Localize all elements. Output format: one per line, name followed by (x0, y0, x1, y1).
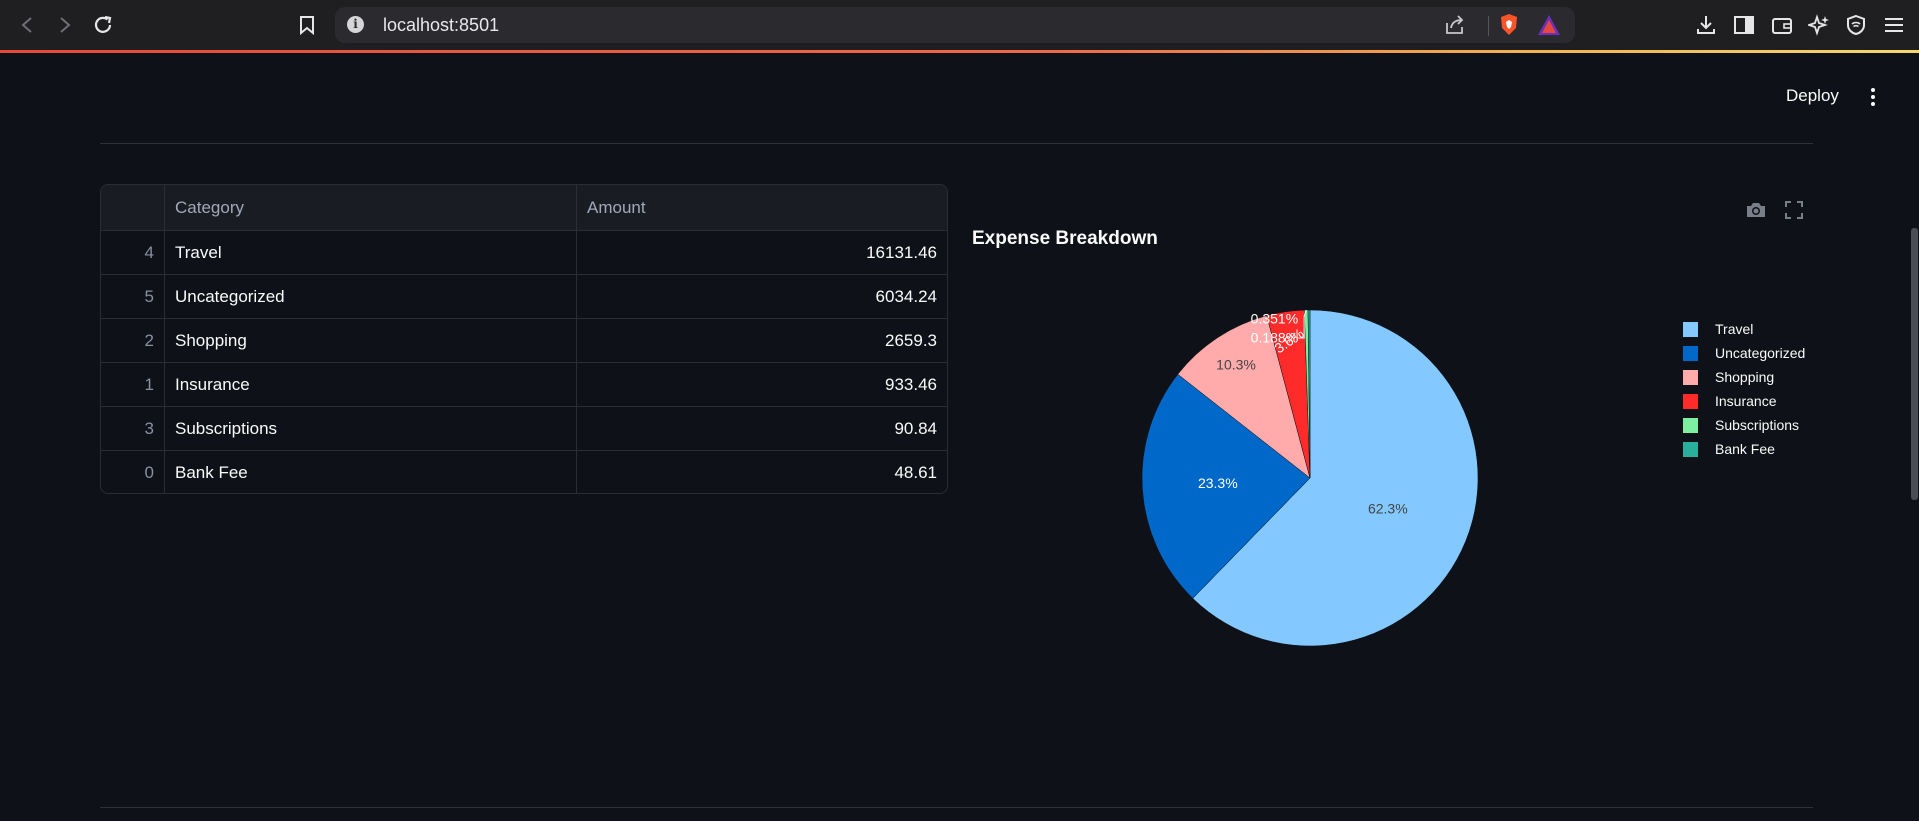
row-category[interactable]: Subscriptions (164, 406, 577, 451)
amount-column-header[interactable]: Amount (576, 185, 947, 231)
table-row[interactable]: 2 Shopping 2659.3 (101, 318, 947, 363)
legend-swatch (1683, 369, 1698, 385)
vpn-shield-icon[interactable] (1843, 12, 1869, 38)
bottom-divider (100, 807, 1813, 808)
row-category[interactable]: Travel (164, 230, 577, 275)
row-amount[interactable]: 16131.46 (576, 230, 947, 275)
table-row[interactable]: 4 Travel 16131.46 (101, 230, 947, 275)
row-index[interactable]: 0 (101, 450, 165, 493)
top-divider (100, 143, 1813, 144)
row-amount[interactable]: 48.61 (577, 451, 948, 494)
category-column-header[interactable]: Category (164, 185, 577, 231)
legend-label: Uncategorized (1715, 345, 1806, 361)
row-category[interactable]: Bank Fee (164, 450, 577, 493)
sidebar-icon[interactable] (1731, 12, 1757, 38)
legend-item-uncategorized[interactable]: Uncategorized (1683, 341, 1805, 365)
legend-item-bank-fee[interactable]: Bank Fee (1683, 437, 1805, 461)
legend-label: Subscriptions (1715, 417, 1800, 433)
row-amount[interactable]: 6034.24 (576, 274, 947, 319)
row-amount[interactable]: 933.46 (576, 362, 947, 407)
pie-label-shopping: 10.3% (1216, 356, 1256, 372)
legend-label: Bank Fee (1715, 441, 1775, 457)
legend-item-subscriptions[interactable]: Subscriptions (1683, 413, 1805, 437)
row-index[interactable]: 1 (101, 362, 165, 407)
row-category[interactable]: Uncategorized (164, 274, 577, 319)
legend-label: Shopping (1715, 369, 1775, 385)
reload-icon[interactable] (88, 10, 118, 40)
index-column-header[interactable] (101, 185, 165, 231)
row-index[interactable]: 2 (101, 318, 165, 363)
bookmark-icon[interactable] (292, 10, 322, 40)
row-amount[interactable]: 2659.3 (576, 318, 947, 363)
chart-title: Expense Breakdown (972, 228, 1158, 249)
address-bar[interactable]: i localhost:8501 (335, 7, 1575, 43)
site-info-icon[interactable]: i (347, 16, 364, 33)
legend-label: Insurance (1715, 393, 1777, 409)
download-icon[interactable] (1693, 12, 1719, 38)
table-row[interactable]: 1 Insurance 933.46 (101, 362, 947, 407)
page-load-accent (0, 50, 1919, 53)
row-category[interactable]: Shopping (164, 318, 577, 363)
pie-label-travel: 62.3% (1368, 500, 1408, 516)
category-table[interactable]: Category Amount 4 Travel 16131.46 5 Unca… (100, 184, 948, 494)
table-row[interactable]: 3 Subscriptions 90.84 (101, 406, 947, 451)
row-index[interactable]: 4 (101, 230, 165, 275)
legend-item-shopping[interactable]: Shopping (1683, 365, 1805, 389)
pie-label-uncategorized: 23.3% (1198, 475, 1238, 491)
table-row[interactable]: 0 Bank Fee 48.61 (101, 450, 948, 494)
pie-label-subscriptions: 0.351% (1251, 311, 1298, 327)
legend-swatch (1683, 393, 1698, 409)
row-index[interactable]: 5 (101, 274, 165, 319)
deploy-button[interactable]: Deploy (1786, 86, 1839, 106)
url-text[interactable]: localhost:8501 (383, 15, 499, 36)
pie-chart[interactable]: 62.3%23.3%10.3%3.6%0.351%0.188% (1100, 290, 1500, 660)
legend-item-insurance[interactable]: Insurance (1683, 389, 1805, 413)
table-header-row: Category Amount (101, 185, 947, 231)
table-row[interactable]: 5 Uncategorized 6034.24 (101, 274, 947, 319)
leo-ai-icon[interactable] (1806, 12, 1832, 38)
chart-legend: Travel Uncategorized Shopping Insurance … (1683, 317, 1805, 461)
legend-label: Travel (1715, 321, 1754, 337)
row-index[interactable]: 3 (101, 406, 165, 451)
legend-swatch (1683, 321, 1698, 337)
browser-toolbar: i localhost:8501 (0, 0, 1919, 52)
row-category[interactable]: Insurance (164, 362, 577, 407)
legend-swatch (1683, 345, 1698, 361)
hamburger-menu-icon[interactable] (1881, 12, 1907, 38)
main-menu-icon[interactable] (1862, 84, 1884, 110)
wallet-icon[interactable] (1769, 12, 1795, 38)
legend-swatch (1683, 441, 1698, 457)
brave-shield-icon[interactable] (1497, 13, 1521, 42)
legend-item-travel[interactable]: Travel (1683, 317, 1805, 341)
pie-label-bank-fee: 0.188% (1251, 330, 1298, 346)
camera-icon[interactable] (1744, 198, 1768, 222)
rewards-icon[interactable] (1537, 14, 1561, 41)
forward-icon[interactable] (50, 10, 80, 40)
row-amount[interactable]: 90.84 (576, 406, 947, 451)
page-scrollbar[interactable] (1911, 228, 1918, 500)
address-bar-separator (1488, 16, 1489, 36)
fullscreen-icon[interactable] (1782, 198, 1806, 222)
legend-swatch (1683, 417, 1698, 433)
share-icon[interactable] (1443, 13, 1467, 42)
back-icon[interactable] (12, 10, 42, 40)
